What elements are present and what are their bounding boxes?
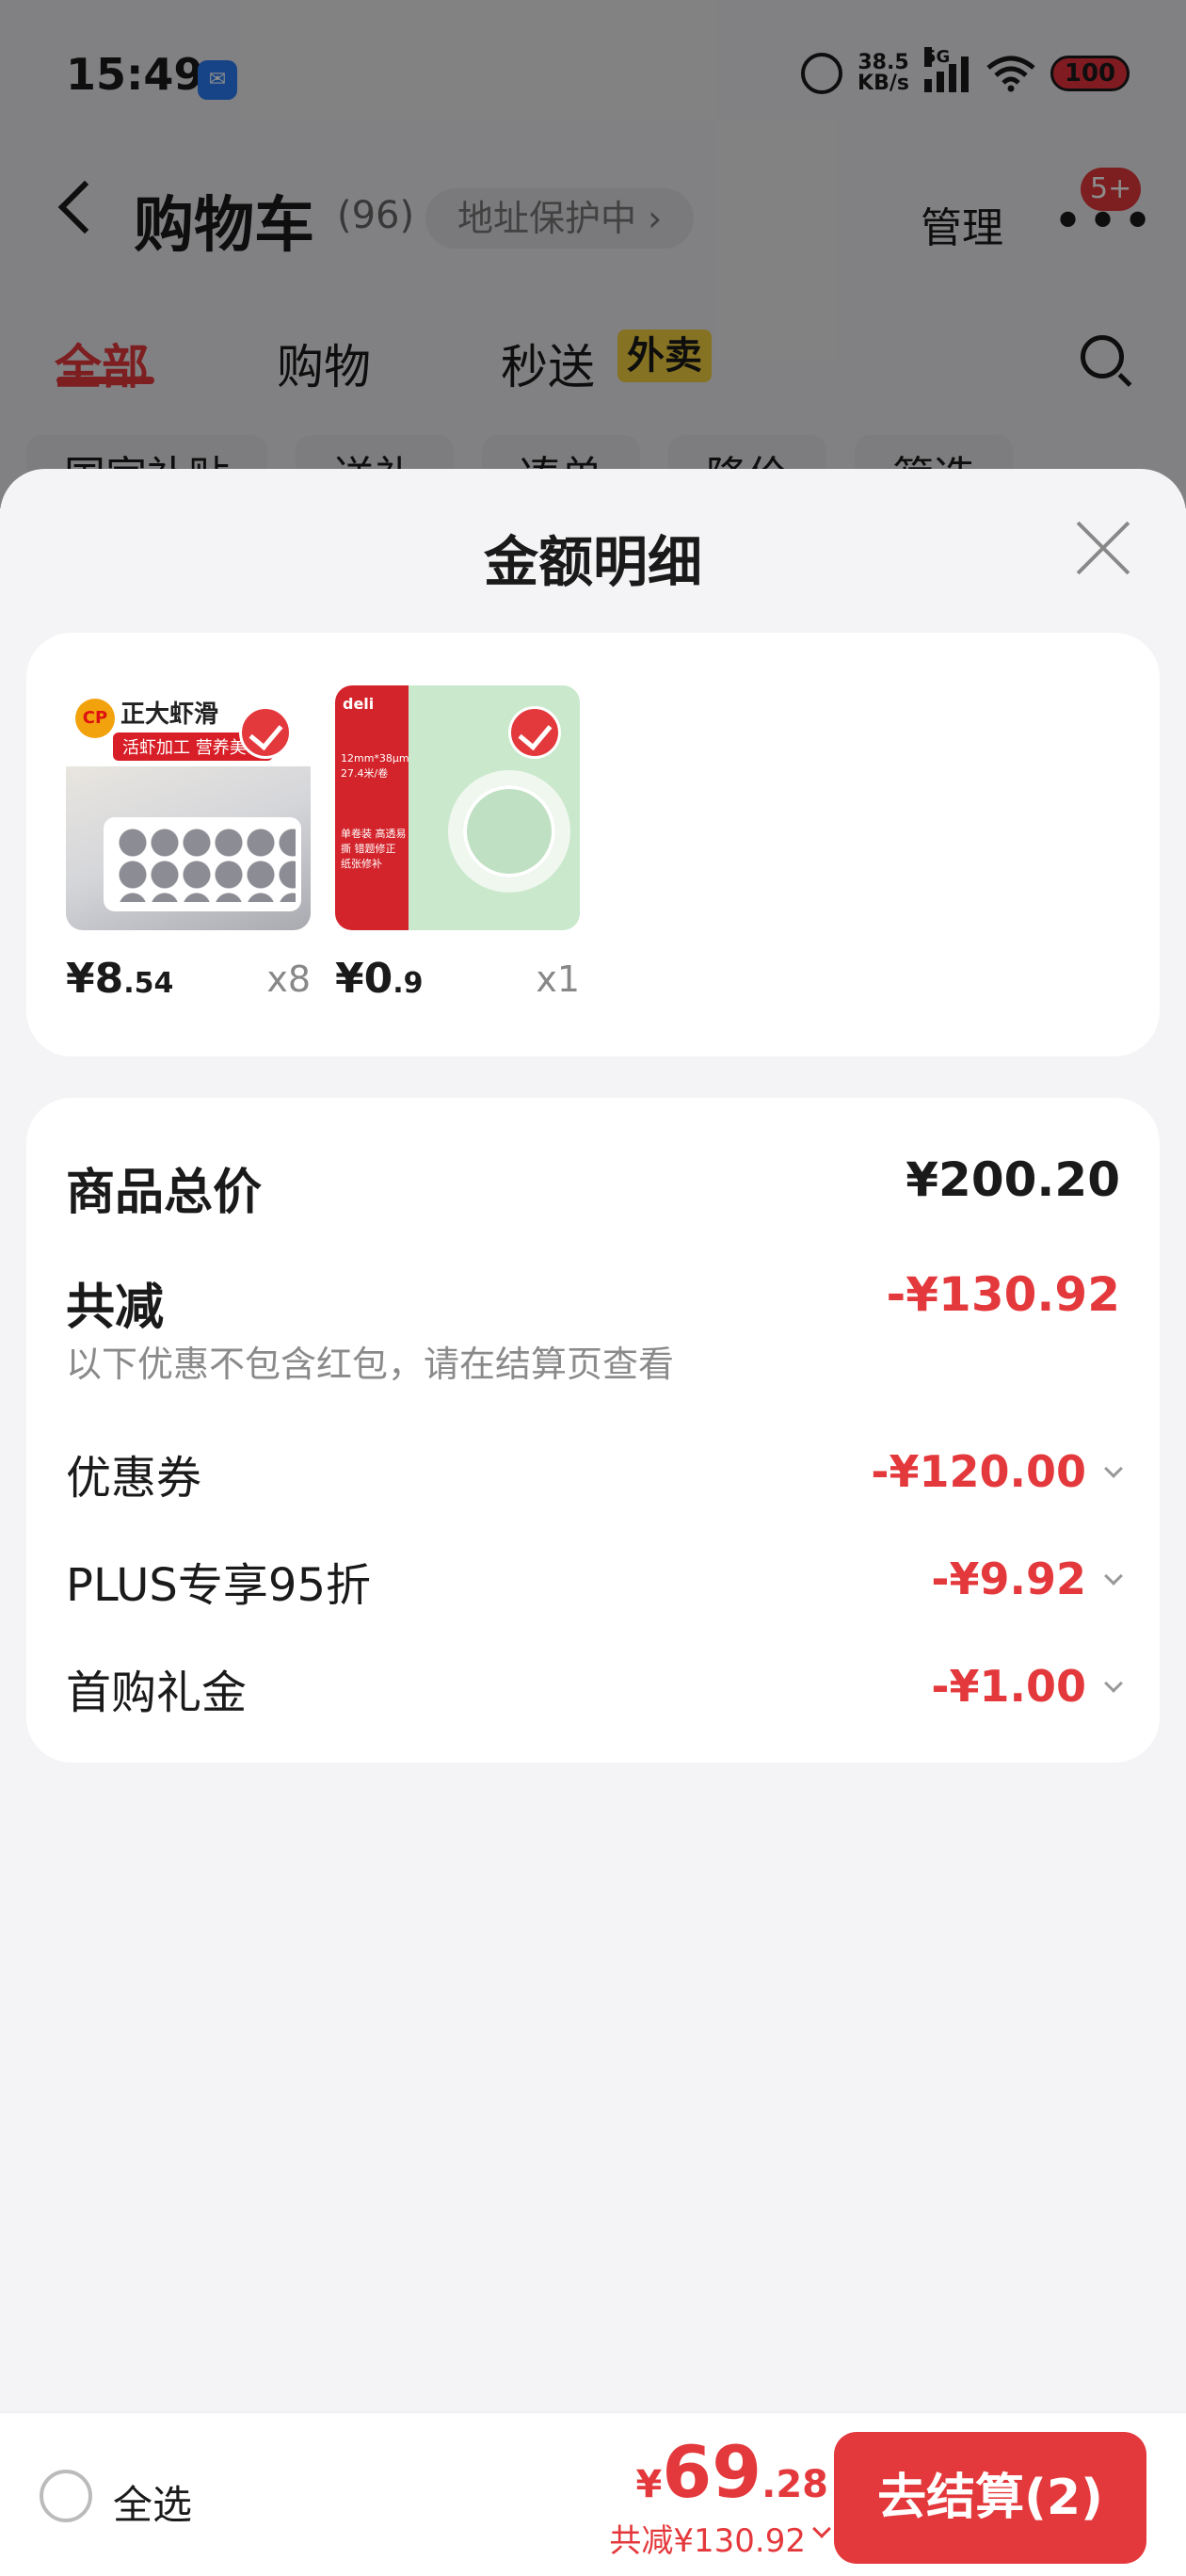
chevron-down-icon[interactable] (812, 2520, 831, 2538)
checked-icon[interactable] (239, 706, 292, 759)
total-value: ¥200.20 (906, 1152, 1120, 1207)
total-label: 商品总价 (66, 1165, 263, 1221)
select-all-radio-icon[interactable] (40, 2470, 92, 2522)
price-dec: .54 (123, 967, 174, 1000)
brand-logo: deli (343, 695, 375, 713)
sheet-title: 金额明细 (483, 530, 702, 594)
selected-products-card: CP 正大虾滑 活虾加工 营养美味 ¥8.54 x8 deli 12mm*38μ… (26, 633, 1160, 1056)
modal-overlay[interactable] (0, 0, 1186, 508)
product-features: 单卷装 高透易撕 错题修正 纸张修补 (341, 828, 407, 870)
discount-value: -¥120.00 (871, 1446, 1123, 1497)
close-icon[interactable] (1073, 518, 1133, 578)
chevron-down-icon[interactable] (1104, 1459, 1123, 1478)
product-quantity: x8 (266, 958, 311, 1000)
discount-label: 首购礼金 (66, 1666, 248, 1719)
product-price: ¥0.9 (335, 955, 424, 1003)
product-image-title: 正大虾滑 (120, 700, 219, 729)
product-quantity: x1 (536, 958, 580, 1000)
price-dec: .9 (393, 967, 424, 1000)
discount-value: -¥1.00 (931, 1661, 1123, 1712)
total-price: ¥69.28 (636, 2430, 828, 2514)
currency-symbol: ¥ (635, 2463, 663, 2506)
reduce-label: 共减 (66, 1280, 165, 1336)
price-int: ¥0 (335, 955, 393, 1003)
brand-logo: CP (75, 699, 115, 738)
checkout-bar: 全选 ¥69.28 共减¥130.92 去结算(2) (0, 2412, 1186, 2576)
chevron-down-icon[interactable] (1104, 1567, 1123, 1586)
price-int: ¥8 (66, 955, 124, 1003)
discount-amount: -¥9.92 (931, 1554, 1086, 1604)
product-item[interactable]: deli 12mm*38μm 27.4米/卷 单卷装 高透易撕 错题修正 纸张修… (335, 685, 580, 1011)
select-all-label[interactable]: 全选 (113, 2473, 192, 2531)
tape-roll (448, 770, 570, 893)
total-dec: .28 (761, 2463, 828, 2506)
amount-detail-sheet: 金额明细 CP 正大虾滑 活虾加工 营养美味 ¥8.54 x8 deli 12m… (0, 469, 1186, 2576)
product-item[interactable]: CP 正大虾滑 活虾加工 营养美味 ¥8.54 x8 (66, 685, 311, 1011)
product-image: deli 12mm*38μm 27.4米/卷 单卷装 高透易撕 错题修正 纸张修… (335, 685, 580, 930)
discount-amount: -¥120.00 (871, 1446, 1086, 1497)
product-price: ¥8.54 (66, 955, 173, 1003)
reduce-note: 以下优惠不包含红包，请在结算页查看 (66, 1344, 675, 1385)
saved-amount[interactable]: 共减¥130.92 (609, 2515, 806, 2561)
discount-label: PLUS专享95折 (66, 1559, 371, 1612)
discount-label: 优惠券 (66, 1452, 202, 1505)
chevron-down-icon[interactable] (1104, 1674, 1123, 1693)
product-spec: 12mm*38μm 27.4米/卷 (341, 752, 409, 780)
total-int: 69 (662, 2430, 762, 2514)
checked-icon[interactable] (508, 706, 561, 759)
reduce-value: -¥130.92 (886, 1267, 1121, 1322)
discount-amount: -¥1.00 (931, 1661, 1086, 1712)
discount-value: -¥9.92 (931, 1554, 1123, 1604)
checkout-button[interactable]: 去结算(2) (834, 2432, 1146, 2564)
product-contents (117, 827, 296, 902)
product-image: CP 正大虾滑 活虾加工 营养美味 (66, 685, 311, 930)
price-summary-card: 商品总价 ¥200.20 共减 -¥130.92 以下优惠不包含红包，请在结算页… (26, 1098, 1160, 1763)
